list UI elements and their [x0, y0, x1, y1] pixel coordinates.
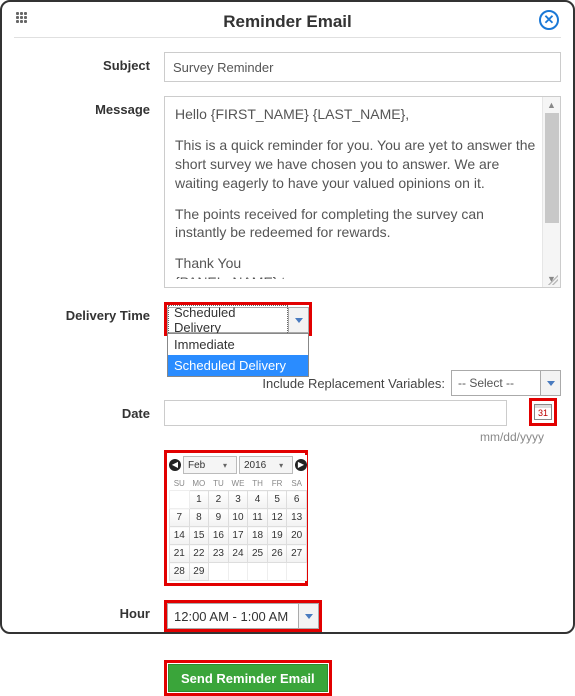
calendar-day[interactable]: 17: [228, 527, 248, 545]
calendar-day[interactable]: 14: [170, 527, 190, 545]
calendar-day: [170, 491, 190, 509]
calendar-day[interactable]: 27: [287, 545, 307, 563]
drag-grip-icon[interactable]: [16, 12, 30, 26]
delivery-time-dropdown: Immediate Scheduled Delivery: [167, 333, 309, 377]
message-label: Message: [14, 96, 164, 117]
calendar-day: [267, 563, 287, 581]
scroll-up-icon[interactable]: ▲: [543, 97, 560, 113]
calendar-day[interactable]: 20: [287, 527, 307, 545]
delivery-option-immediate[interactable]: Immediate: [168, 334, 308, 355]
calendar-icon[interactable]: 31: [529, 398, 557, 426]
calendar-day: [287, 563, 307, 581]
calendar-day[interactable]: 8: [189, 509, 209, 527]
calendar-day: [228, 563, 248, 581]
message-line: Hello {FIRST_NAME} {LAST_NAME},: [175, 105, 538, 124]
message-scrollbar[interactable]: ▲ ▼: [542, 97, 560, 287]
hour-select[interactable]: 12:00 AM - 1:00 AM: [167, 603, 319, 629]
reminder-email-dialog: Reminder Email ✕ Subject Message Hello {…: [0, 0, 575, 634]
date-format-hint: mm/dd/yyyy: [164, 430, 544, 444]
replacement-vars-label: Include Replacement Variables:: [262, 376, 445, 391]
calendar-day[interactable]: 26: [267, 545, 287, 563]
subject-input[interactable]: [164, 52, 561, 82]
calendar-day[interactable]: 7: [170, 509, 190, 527]
calendar-day[interactable]: 16: [209, 527, 229, 545]
calendar-day[interactable]: 5: [267, 491, 287, 509]
send-reminder-button[interactable]: Send Reminder Email: [168, 664, 328, 692]
calendar-day[interactable]: 29: [189, 563, 209, 581]
subject-label: Subject: [14, 52, 164, 73]
calendar-day[interactable]: 18: [248, 527, 268, 545]
calendar-day[interactable]: 24: [228, 545, 248, 563]
message-line: The points received for completing the s…: [175, 205, 538, 243]
calendar-day: [248, 563, 268, 581]
message-line: This is a quick reminder for you. You ar…: [175, 136, 538, 193]
date-input[interactable]: [164, 400, 507, 426]
scroll-thumb[interactable]: [545, 113, 559, 223]
year-select[interactable]: 2016▾: [239, 456, 293, 474]
calendar-grid: SU MO TU WE TH FR SA 1 2 3: [169, 477, 307, 581]
calendar-day[interactable]: 21: [170, 545, 190, 563]
delivery-time-label: Delivery Time: [14, 302, 164, 323]
calendar-day[interactable]: 15: [189, 527, 209, 545]
delivery-option-scheduled[interactable]: Scheduled Delivery: [168, 355, 308, 376]
calendar-day[interactable]: 9: [209, 509, 229, 527]
delivery-time-select[interactable]: Scheduled Delivery Immediate Scheduled D…: [167, 307, 309, 333]
calendar-day[interactable]: 4: [248, 491, 268, 509]
calendar-day[interactable]: 28: [170, 563, 190, 581]
calendar-day[interactable]: 22: [189, 545, 209, 563]
date-picker: ◀ Feb▾ 2016▾ ▶ SU MO TU WE TH FR SA: [169, 455, 307, 581]
message-line: Thank You{PANEL_NAME} team: [175, 254, 538, 279]
calendar-day[interactable]: 10: [228, 509, 248, 527]
calendar-day[interactable]: 3: [228, 491, 248, 509]
next-month-icon[interactable]: ▶: [295, 459, 307, 471]
date-label: Date: [14, 400, 164, 421]
month-select[interactable]: Feb▾: [183, 456, 237, 474]
dialog-title: Reminder Email: [14, 10, 561, 32]
hour-label: Hour: [14, 600, 164, 621]
calendar-day[interactable]: 12: [267, 509, 287, 527]
resize-grip-icon[interactable]: [548, 275, 558, 285]
calendar-day[interactable]: 1: [189, 491, 209, 509]
chevron-down-icon[interactable]: [298, 604, 318, 628]
calendar-day[interactable]: 6: [287, 491, 307, 509]
calendar-day[interactable]: 23: [209, 545, 229, 563]
calendar-day[interactable]: 11: [248, 509, 268, 527]
titlebar: Reminder Email ✕: [14, 10, 561, 38]
replacement-vars-select[interactable]: -- Select --: [451, 370, 561, 396]
close-icon[interactable]: ✕: [539, 10, 559, 30]
prev-month-icon[interactable]: ◀: [169, 459, 181, 471]
message-textarea[interactable]: Hello {FIRST_NAME} {LAST_NAME}, This is …: [164, 96, 561, 288]
calendar-day[interactable]: 2: [209, 491, 229, 509]
calendar-day[interactable]: 13: [287, 509, 307, 527]
calendar-day[interactable]: 19: [267, 527, 287, 545]
chevron-down-icon[interactable]: [288, 308, 308, 332]
calendar-day[interactable]: 25: [248, 545, 268, 563]
calendar-day: [209, 563, 229, 581]
chevron-down-icon[interactable]: [540, 371, 560, 395]
